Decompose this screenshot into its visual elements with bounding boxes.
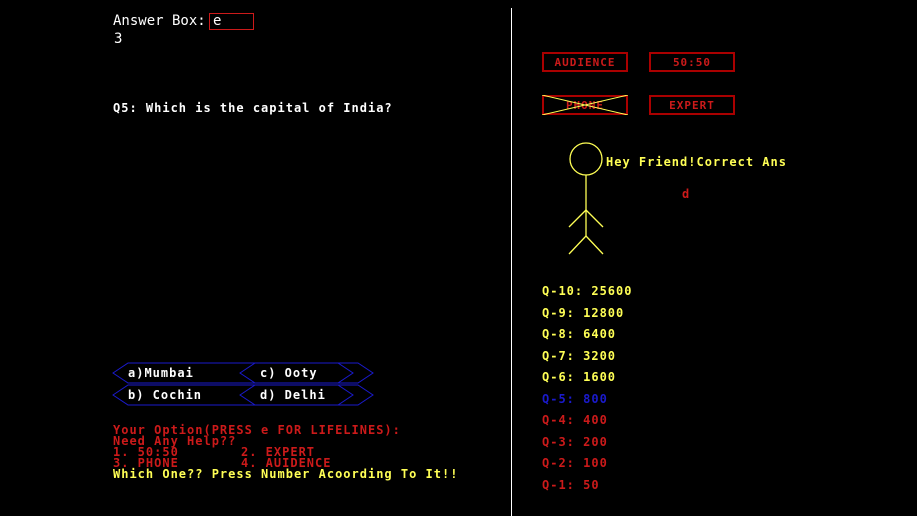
phone-lifeline-button[interactable]: PHONE	[542, 95, 628, 115]
answer-input[interactable]: e	[209, 13, 254, 30]
option-d[interactable]: d) Delhi	[260, 388, 326, 402]
prize-ladder-row: Q-1: 50	[542, 477, 600, 492]
question-text: Q5: Which is the capital of India?	[113, 101, 393, 115]
prize-ladder-row: Q-7: 3200	[542, 348, 617, 363]
instruction-prompt: Which One?? Press Number Acoording To It…	[113, 467, 459, 481]
prize-ladder-row: Q-4: 400	[542, 413, 608, 427]
prize-ladder-row: Q-8: 6400	[542, 327, 617, 341]
prize-ladder-row: Q-10: 25600	[542, 284, 633, 298]
expert-lifeline-button[interactable]: EXPERT	[649, 95, 735, 115]
option-a[interactable]: a)Mumbai	[128, 366, 194, 380]
prize-ladder-row: Q-2: 100	[542, 456, 608, 470]
friend-answer: d	[682, 187, 691, 201]
friend-message: Hey Friend!Correct Ans	[606, 155, 787, 169]
prize-ladder-row: Q-3: 200	[542, 434, 608, 449]
option-c[interactable]: c) Ooty	[260, 366, 318, 380]
used-cross-icon	[542, 95, 628, 115]
prize-ladder-row: Q-6: 1600	[542, 370, 617, 384]
answer-box-label: Answer Box:	[113, 13, 206, 29]
prize-ladder-row: Q-5: 800	[542, 391, 608, 406]
fifty-fifty-lifeline-button[interactable]: 50:50	[649, 52, 735, 72]
answer-echo: 3	[114, 31, 123, 47]
prize-ladder-row: Q-9: 12800	[542, 305, 625, 320]
panel-divider	[511, 8, 512, 516]
option-b[interactable]: b) Cochin	[128, 388, 202, 402]
audience-lifeline-button[interactable]: AUDIENCE	[542, 52, 628, 72]
